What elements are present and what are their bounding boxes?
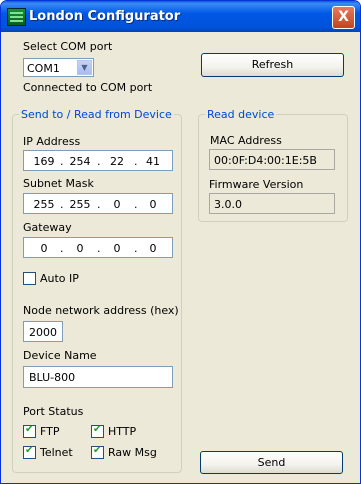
firmware-version-value: 3.0.0 [214, 198, 242, 211]
subnet-mask-label: Subnet Mask [23, 177, 94, 190]
auto-ip-label: Auto IP [40, 272, 79, 285]
telnet-checkbox[interactable] [23, 445, 36, 459]
com-port-label: Select COM port [23, 40, 113, 53]
firmware-version-display: 3.0.0 [209, 193, 335, 214]
send-read-group-title: Send to / Read from Device [19, 108, 174, 121]
http-label: HTTP [108, 425, 137, 438]
read-device-group: Read device MAC Address 00:0F:D4:00:1E:5… [198, 108, 348, 222]
send-button[interactable]: Send [200, 451, 343, 474]
chevron-down-icon[interactable]: ▼ [77, 60, 92, 75]
gateway-octet-3: 0 [113, 242, 121, 255]
subnet-mask-field[interactable]: 255 . 255 . 0 . 0 [23, 193, 173, 214]
subnet-octet-1: 255 [33, 198, 55, 211]
node-address-label: Node network address (hex) [23, 304, 179, 317]
ip-address-field[interactable]: 169 . 254 . 22 . 41 [23, 150, 173, 171]
http-checkbox[interactable] [91, 424, 104, 438]
gateway-octet-1: 0 [40, 242, 48, 255]
device-name-label: Device Name [23, 349, 97, 362]
raw-msg-checkbox[interactable] [91, 445, 104, 459]
send-read-group: Send to / Read from Device IP Address 16… [12, 108, 182, 473]
gateway-label: Gateway [23, 221, 72, 234]
subnet-octet-4: 0 [149, 198, 157, 211]
telnet-label: Telnet [40, 446, 73, 459]
auto-ip-checkbox[interactable] [23, 272, 36, 285]
gateway-octet-4: 0 [149, 242, 157, 255]
client-area: Select COM port COM1 ▼ Connected to COM … [5, 32, 356, 479]
firmware-version-label: Firmware Version [209, 178, 304, 191]
refresh-button[interactable]: Refresh [201, 53, 344, 77]
window-title: London Configurator [29, 9, 181, 24]
gateway-octet-2: 0 [76, 242, 84, 255]
device-name-value: BLU-800 [29, 371, 76, 384]
raw-msg-label: Raw Msg [108, 446, 157, 459]
ip-address-label: IP Address [23, 135, 81, 148]
subnet-octet-2: 255 [69, 198, 91, 211]
gateway-field[interactable]: 0 . 0 . 0 . 0 [23, 237, 173, 258]
read-device-group-title: Read device [205, 108, 277, 121]
subnet-octet-3: 0 [113, 198, 121, 211]
node-address-value: 2000 [29, 326, 57, 339]
ip-octet-1: 169 [33, 155, 55, 168]
com-port-select[interactable]: COM1 ▼ [23, 58, 94, 77]
com-port-value: COM1 [27, 62, 60, 75]
device-name-field[interactable]: BLU-800 [23, 366, 173, 388]
close-icon[interactable]: X [332, 6, 355, 29]
port-status-label: Port Status [23, 405, 84, 418]
ip-octet-3: 22 [110, 155, 124, 168]
ftp-checkbox[interactable] [23, 424, 36, 438]
com-status-text: Connected to COM port [23, 81, 153, 94]
mac-address-label: MAC Address [210, 134, 282, 147]
ip-octet-2: 254 [69, 155, 91, 168]
title-bar[interactable]: London Configurator X [1, 1, 360, 32]
ip-octet-4: 41 [146, 155, 160, 168]
app-icon [7, 8, 26, 26]
configurator-window: London Configurator X Select COM port CO… [0, 0, 361, 484]
node-address-field[interactable]: 2000 [23, 321, 63, 342]
ftp-label: FTP [40, 425, 60, 438]
mac-address-display: 00:0F:D4:00:1E:5B [209, 149, 335, 170]
mac-address-value: 00:0F:D4:00:1E:5B [214, 154, 317, 167]
